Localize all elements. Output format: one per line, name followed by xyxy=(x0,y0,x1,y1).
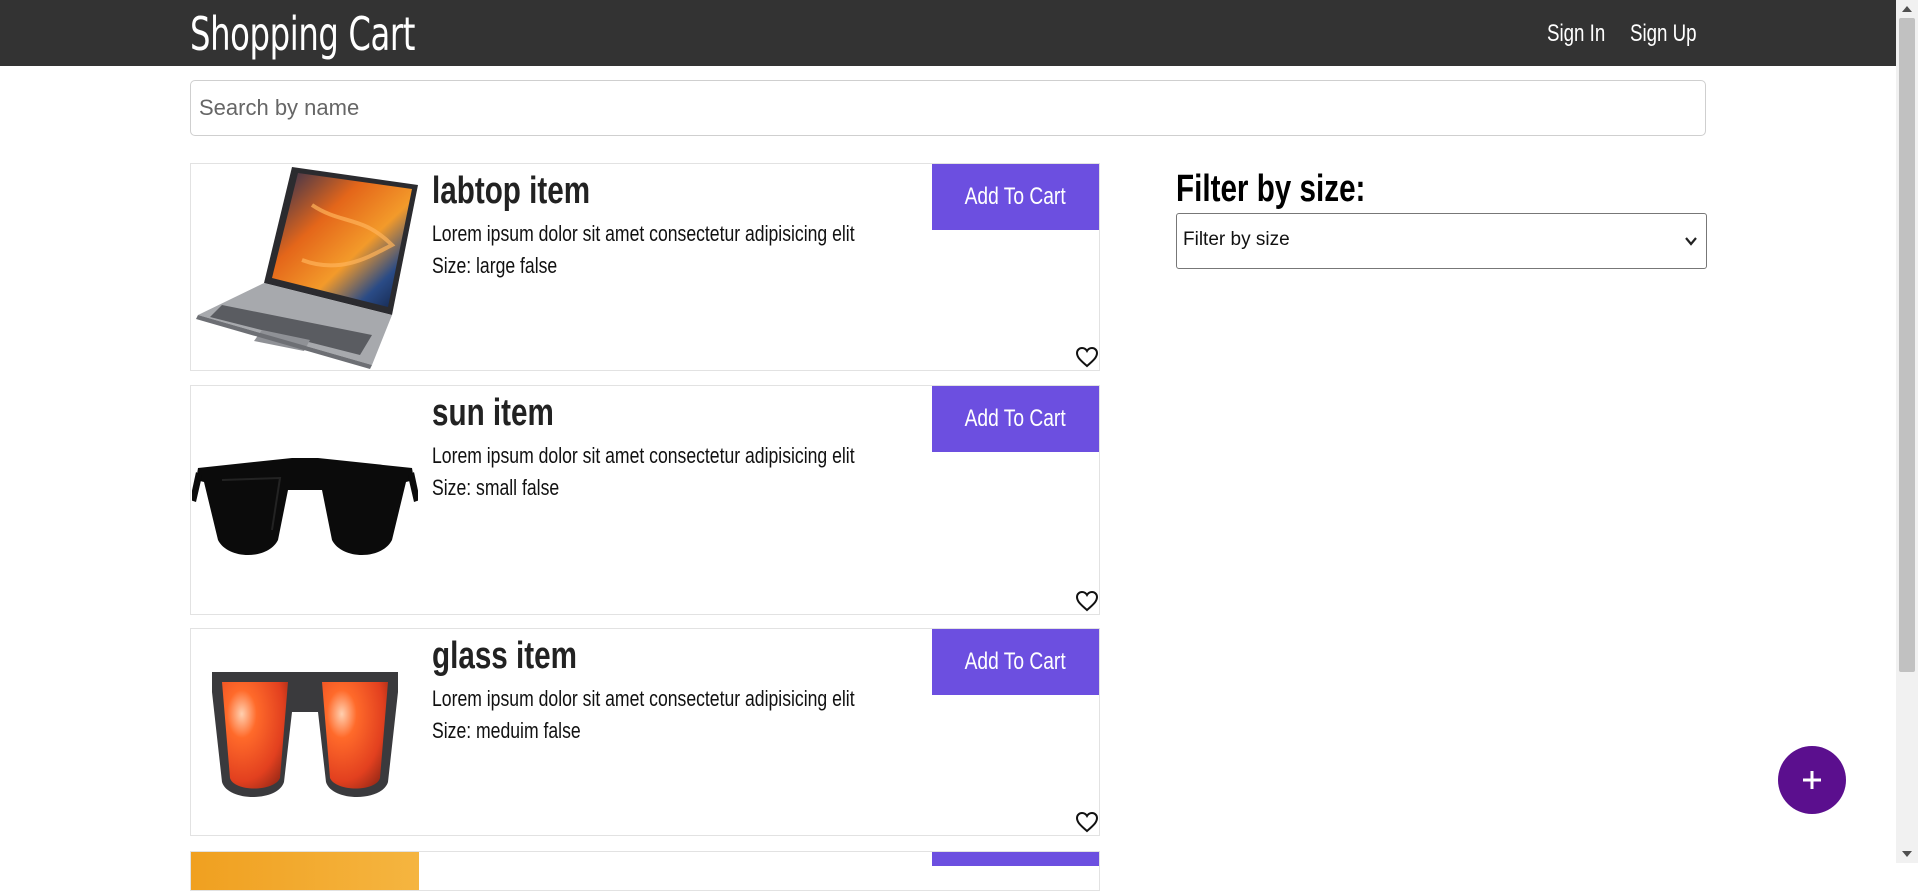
product-description: Lorem ipsum dolor sit amet consectetur a… xyxy=(432,443,855,468)
product-image-glasses xyxy=(191,629,419,835)
add-to-cart-button[interactable] xyxy=(932,852,1099,866)
add-product-fab[interactable] xyxy=(1778,746,1846,814)
product-title: sun item xyxy=(432,392,554,434)
product-card-laptop: labtop item Lorem ipsum dolor sit amet c… xyxy=(190,163,1100,371)
chevron-down-icon xyxy=(1685,237,1697,246)
add-to-cart-label: Add To Cart xyxy=(964,405,1067,432)
product-title: glass item xyxy=(432,635,577,677)
add-to-cart-label: Add To Cart xyxy=(964,183,1067,210)
product-card-partial xyxy=(190,851,1100,891)
search-box xyxy=(190,80,1706,136)
product-image-sunglasses xyxy=(191,386,419,614)
heart-outline-icon[interactable] xyxy=(1075,346,1099,368)
heart-outline-icon[interactable] xyxy=(1075,590,1099,612)
add-to-cart-button[interactable]: Add To Cart xyxy=(932,629,1099,695)
product-size: Size: meduim false xyxy=(432,718,581,743)
page-scrollbar[interactable] xyxy=(1896,0,1918,863)
sign-up-link[interactable]: Sign Up xyxy=(1630,20,1697,48)
add-to-cart-button[interactable]: Add To Cart xyxy=(932,164,1099,230)
product-description: Lorem ipsum dolor sit amet consectetur a… xyxy=(432,686,855,711)
product-title: labtop item xyxy=(432,170,591,212)
product-description: Lorem ipsum dolor sit amet consectetur a… xyxy=(432,221,855,246)
product-card-sun: sun item Lorem ipsum dolor sit amet cons… xyxy=(190,385,1100,615)
filter-heading: Filter by size: xyxy=(1176,168,1366,210)
heart-outline-icon[interactable] xyxy=(1075,811,1099,833)
top-navbar: Shopping Cart Sign In Sign Up xyxy=(0,0,1896,66)
brand-title[interactable]: Shopping Cart xyxy=(190,8,415,60)
product-card-glass: glass item Lorem ipsum dolor sit amet co… xyxy=(190,628,1100,836)
product-size: Size: small false xyxy=(432,475,560,500)
search-input[interactable] xyxy=(191,81,1705,135)
scroll-down-arrow-icon[interactable] xyxy=(1901,849,1913,859)
scroll-up-arrow-icon[interactable] xyxy=(1901,4,1913,14)
plus-icon xyxy=(1803,771,1821,789)
sign-in-link[interactable]: Sign In xyxy=(1547,20,1605,48)
add-to-cart-label: Add To Cart xyxy=(964,648,1067,675)
size-filter-select[interactable]: Filter by size xyxy=(1176,213,1707,269)
product-size: Size: large false xyxy=(432,253,558,278)
product-image-laptop xyxy=(191,164,419,370)
scrollbar-thumb[interactable] xyxy=(1899,18,1915,672)
size-filter-value: Filter by size xyxy=(1183,229,1290,250)
product-image-partial xyxy=(191,852,419,890)
add-to-cart-button[interactable]: Add To Cart xyxy=(932,386,1099,452)
